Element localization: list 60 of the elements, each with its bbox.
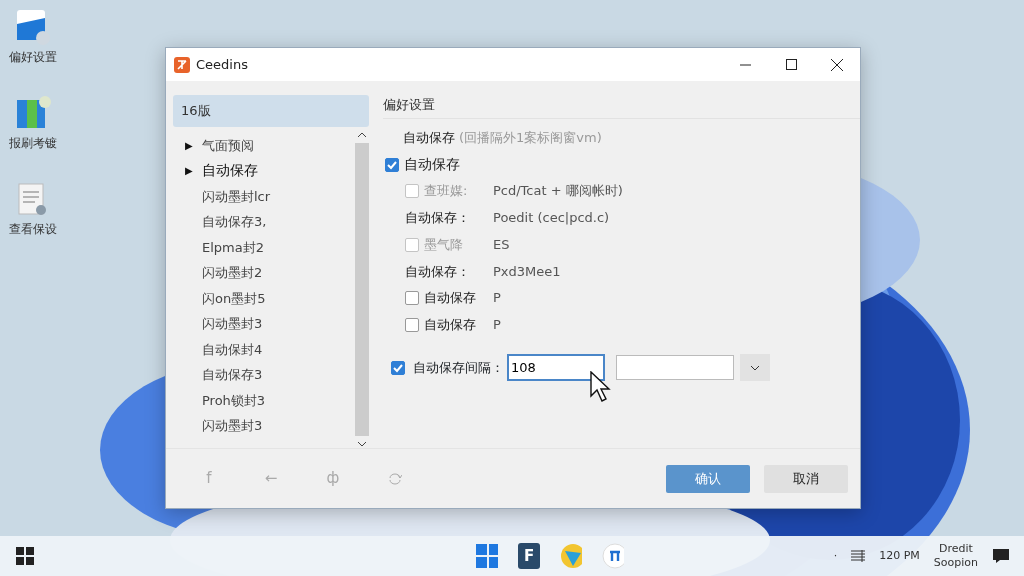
field-label: 自动保存： (405, 262, 470, 281)
checkbox-label: 查班媒: (424, 182, 468, 201)
tree-item[interactable]: Elpma封2 (202, 237, 264, 257)
taskbar-app-button[interactable]: F (512, 539, 546, 573)
tray-text: Soopion (933, 556, 978, 570)
checkbox-label: 墨气降 (424, 235, 463, 254)
tree-item[interactable]: 自动保封4 (202, 339, 263, 359)
setting-label: 自动保存 (403, 129, 455, 148)
cancel-button[interactable]: 取消 (764, 464, 848, 493)
desktop-icon-label[interactable]: 查看保设 (0, 220, 66, 238)
close-icon (831, 58, 843, 71)
app-logo-icon (174, 56, 190, 73)
tree-item[interactable]: 气面预阅 (202, 135, 254, 155)
list-icon[interactable] (851, 550, 866, 562)
scrollbar[interactable] (354, 130, 369, 448)
setting-value: Pxd3Mee1 (493, 262, 561, 281)
checkbox[interactable] (385, 157, 399, 172)
clock-text[interactable]: 120 PM (879, 547, 920, 565)
tree-item[interactable]: 闪动墨封3 (202, 416, 263, 436)
tray-text: Dredit (937, 542, 974, 556)
expand-toggle[interactable]: ▶ (185, 163, 202, 179)
mouse-cursor-icon (590, 371, 612, 403)
checkbox[interactable] (405, 290, 419, 305)
tree-item[interactable]: 闪动墨封lcr (202, 186, 271, 206)
scroll-down-icon[interactable] (356, 440, 367, 448)
field-label: 自动保存： (405, 209, 470, 228)
tree-item[interactable]: 闪on墨封5 (202, 288, 266, 308)
checkbox[interactable] (405, 317, 419, 332)
section-heading: 偏好设置 (383, 97, 435, 112)
setting-value: Poedit (cec|pcd.c) (493, 209, 610, 228)
tree-item[interactable]: 闪动墨封2 (202, 263, 263, 283)
tree-item[interactable]: 自动保存 (202, 160, 258, 182)
setting-value: P (493, 289, 501, 308)
checkbox[interactable] (391, 360, 405, 375)
maximize-icon (785, 59, 797, 70)
sidebar-header-item[interactable]: 16版 (173, 95, 369, 127)
checkbox-label: 自动保存 (424, 315, 476, 334)
tree-item[interactable]: Proh锁封3 (202, 390, 266, 410)
checkbox-label: 自动保存 (404, 155, 460, 175)
unit-field[interactable] (616, 355, 734, 380)
interval-label: 自动保存间隔： (413, 358, 504, 377)
setting-value: ES (493, 235, 510, 254)
chevron-down-icon (750, 364, 760, 371)
refresh-icon[interactable] (388, 472, 402, 485)
setting-hint: (回播隔外1案标阁窗vm) (459, 129, 602, 148)
tree-item[interactable]: 闪动墨封3 (202, 314, 263, 334)
scroll-up-icon[interactable] (356, 130, 367, 139)
windows-logo-icon (16, 547, 34, 565)
tree-item[interactable]: 自动保存3, (202, 212, 267, 232)
checkbox-label: 自动保存 (424, 289, 476, 308)
setting-value: P (493, 315, 501, 334)
window-title: Ceedins (196, 55, 249, 74)
tree-item[interactable]: 自动保存3 (202, 365, 263, 385)
tray-dot: · (833, 547, 838, 564)
desktop-icon-label[interactable]: 报刷考镀 (0, 134, 66, 152)
expand-toggle[interactable]: ▶ (185, 137, 202, 153)
notification-icon[interactable] (992, 548, 1010, 564)
interval-input[interactable]: 108 (507, 354, 605, 381)
setting-value: Pcd/Tcat + 哪阅帐时) (493, 182, 623, 201)
desktop-icon-label[interactable]: 偏好设置 (0, 48, 66, 66)
